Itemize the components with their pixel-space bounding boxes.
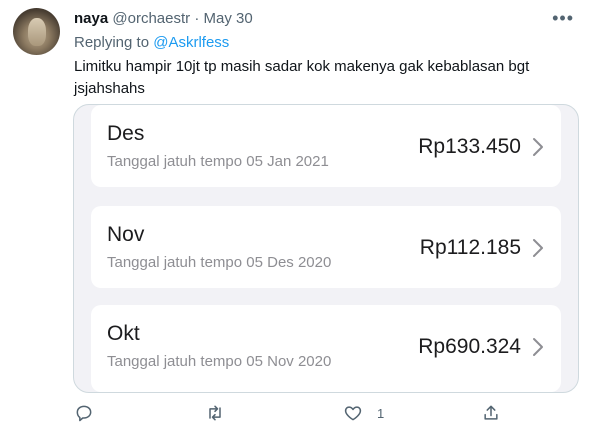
attached-image[interactable]: Des Tanggal jatuh tempo 05 Jan 2021 Rp13… xyxy=(73,104,579,393)
author-name[interactable]: naya xyxy=(74,10,108,27)
more-options-icon[interactable]: ••• xyxy=(552,8,574,29)
bill-due-date: Tanggal jatuh tempo 05 Des 2020 xyxy=(107,254,332,271)
heart-icon xyxy=(344,406,362,421)
bill-month: Nov xyxy=(107,223,145,246)
bill-amount: Rp112.185 xyxy=(419,236,521,259)
bill-card-okt[interactable]: Okt Tanggal jatuh tempo 05 Nov 2020 Rp69… xyxy=(91,305,561,392)
bill-month: Okt xyxy=(107,322,140,345)
bill-card-nov[interactable]: Nov Tanggal jatuh tempo 05 Des 2020 Rp11… xyxy=(91,206,561,288)
bill-due-date: Tanggal jatuh tempo 05 Jan 2021 xyxy=(107,153,329,170)
retweet-icon xyxy=(209,405,221,421)
avatar-face xyxy=(28,18,46,46)
like-button[interactable]: 1 xyxy=(343,402,384,424)
like-count: 1 xyxy=(377,405,385,421)
bill-amount: Rp690.324 xyxy=(418,335,521,358)
chevron-right-icon xyxy=(533,239,543,257)
bill-due-date: Tanggal jatuh tempo 05 Nov 2020 xyxy=(107,353,332,370)
tweet-text-line: jsjahshahs xyxy=(74,80,145,97)
replying-prefix: Replying to xyxy=(74,34,150,51)
retweet-button[interactable] xyxy=(204,402,226,424)
bill-amount: Rp133.450 xyxy=(418,135,521,158)
author-handle[interactable]: @orchaestr xyxy=(112,10,190,27)
reply-button[interactable] xyxy=(74,402,94,424)
reply-icon xyxy=(76,405,92,422)
tweet-actions: 1 xyxy=(74,402,504,424)
replying-mention-link[interactable]: @Askrlfess xyxy=(153,34,229,51)
separator-dot: · xyxy=(194,10,200,27)
bill-month: Des xyxy=(107,122,145,145)
share-icon xyxy=(484,405,498,420)
tweet: naya @orchaestr · May 30 ••• Replying to… xyxy=(0,0,590,432)
tweet-date[interactable]: May 30 xyxy=(203,10,252,27)
share-button[interactable] xyxy=(481,402,501,424)
tweet-header: naya @orchaestr · May 30 xyxy=(74,10,253,27)
tweet-text-line: Limitku hampir 10jt tp masih sadar kok m… xyxy=(74,58,530,75)
chevron-right-icon xyxy=(533,338,543,356)
bill-card-des[interactable]: Des Tanggal jatuh tempo 05 Jan 2021 Rp13… xyxy=(91,105,561,187)
replying-to: Replying to @Askrlfess xyxy=(74,34,229,51)
tweet-text: Limitku hampir 10jt tp masih sadar kok m… xyxy=(74,56,564,100)
avatar[interactable] xyxy=(13,8,60,55)
chevron-right-icon xyxy=(533,138,543,156)
